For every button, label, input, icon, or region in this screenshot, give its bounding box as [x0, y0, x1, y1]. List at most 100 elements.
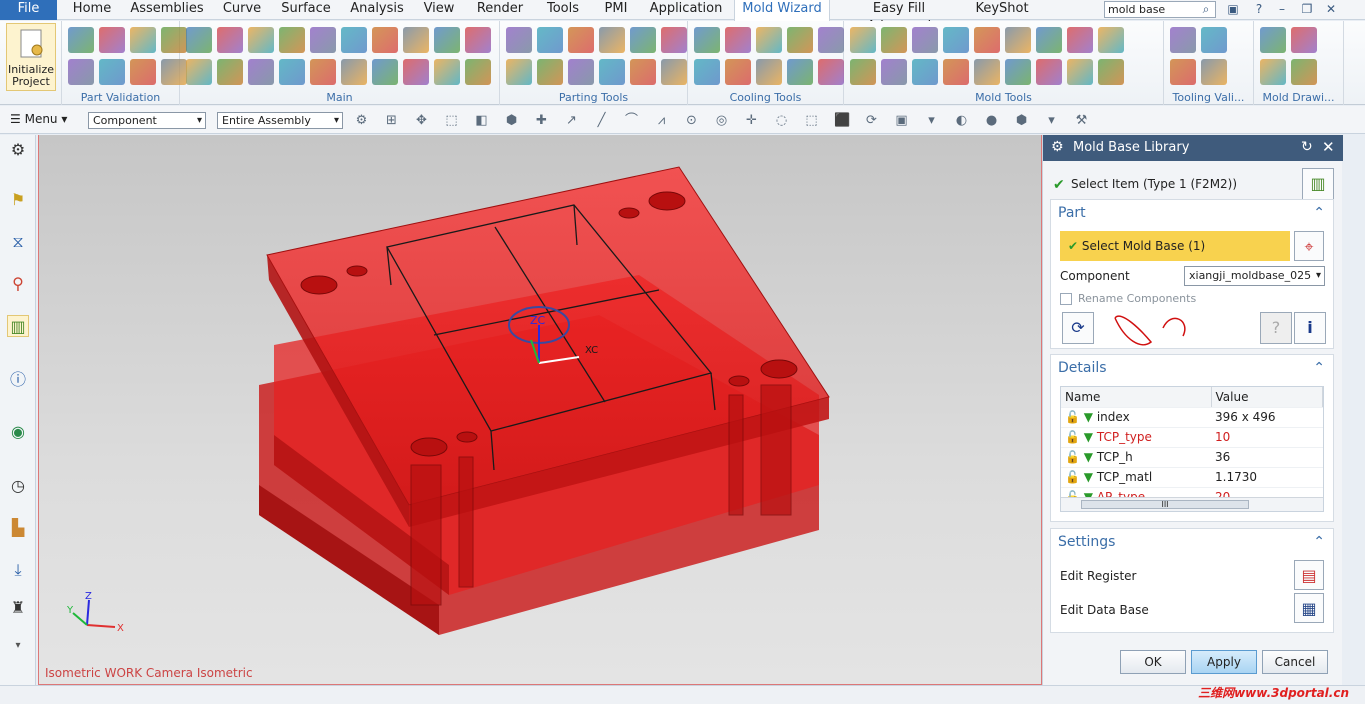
- ribbon-tool-icon[interactable]: [217, 27, 243, 53]
- part-header[interactable]: Part ⌃: [1051, 200, 1333, 226]
- ribbon-tool-icon[interactable]: [506, 27, 532, 53]
- ribbon-tool-icon[interactable]: [537, 59, 563, 85]
- ribbon-tool-icon[interactable]: [1067, 59, 1093, 85]
- ribbon-tool-icon[interactable]: [943, 59, 969, 85]
- type-filter-select[interactable]: Component: [88, 112, 206, 129]
- ribbon-tool-icon[interactable]: [130, 59, 156, 85]
- toolbar-tool-icon[interactable]: ◎: [714, 113, 729, 128]
- ribbon-tool-icon[interactable]: [943, 27, 969, 53]
- reset-icon[interactable]: ↻: [1301, 139, 1313, 155]
- rename-components-checkbox[interactable]: [1060, 293, 1072, 305]
- graphics-viewport[interactable]: ZC XC X Y Z Isometric WORK Camera Isomet…: [38, 135, 1042, 685]
- web-browser-icon[interactable]: ◉: [7, 421, 29, 443]
- ribbon-tool-icon[interactable]: [1098, 27, 1124, 53]
- ribbon-tool-icon[interactable]: [756, 59, 782, 85]
- tab-render[interactable]: Render: [470, 0, 530, 20]
- ribbon-tool-icon[interactable]: [568, 27, 594, 53]
- settings-header[interactable]: Settings ⌃: [1051, 529, 1333, 555]
- tab-keyshot[interactable]: KeyShot: [970, 0, 1034, 20]
- table-row[interactable]: 🔓 ▼ index 396 x 496: [1061, 407, 1323, 428]
- ribbon-tool-icon[interactable]: [694, 27, 720, 53]
- ribbon-tool-icon[interactable]: [912, 27, 938, 53]
- ok-button[interactable]: OK: [1120, 650, 1186, 674]
- ribbon-tool-icon[interactable]: [1170, 59, 1196, 85]
- ribbon-tool-icon[interactable]: [465, 27, 491, 53]
- ribbon-tool-icon[interactable]: [661, 27, 687, 53]
- close-icon[interactable]: ✕: [1324, 2, 1338, 16]
- ribbon-tool-icon[interactable]: [1036, 59, 1062, 85]
- cancel-button[interactable]: Cancel: [1262, 650, 1328, 674]
- ribbon-tool-icon[interactable]: [599, 27, 625, 53]
- constraint-navigator-icon[interactable]: ⧖: [7, 231, 29, 253]
- edit-data-base-icon[interactable]: ▦: [1294, 593, 1324, 623]
- scroll-more-icon[interactable]: ▾: [7, 635, 29, 657]
- toolbar-tool-icon[interactable]: ⬢: [504, 113, 519, 128]
- menu-button[interactable]: ☰ Menu ▾: [10, 112, 67, 126]
- ribbon-tool-icon[interactable]: [372, 27, 398, 53]
- tab-application[interactable]: Application: [646, 0, 726, 20]
- tab-analysis[interactable]: Analysis: [346, 0, 408, 20]
- table-row[interactable]: 🔓 ▼ TCP_matl 1.1730: [1061, 467, 1323, 488]
- ribbon-tool-icon[interactable]: [99, 27, 125, 53]
- ribbon-tool-icon[interactable]: [341, 59, 367, 85]
- toolbar-tool-icon[interactable]: ⬢: [1014, 113, 1029, 128]
- ribbon-tool-icon[interactable]: [881, 27, 907, 53]
- ribbon-tool-icon[interactable]: [725, 59, 751, 85]
- ribbon-tool-icon[interactable]: [850, 59, 876, 85]
- ribbon-tool-icon[interactable]: [694, 59, 720, 85]
- ribbon-tool-icon[interactable]: [1170, 27, 1196, 53]
- tab-curve[interactable]: Curve: [218, 0, 266, 20]
- help-icon[interactable]: ?: [1252, 2, 1266, 16]
- toolbar-tool-icon[interactable]: ⊞: [384, 113, 399, 128]
- ribbon-tool-icon[interactable]: [537, 27, 563, 53]
- toolbar-tool-icon[interactable]: ▾: [1044, 113, 1059, 128]
- collapse-chevron-icon[interactable]: ⌃: [1313, 529, 1325, 555]
- restore-icon[interactable]: ❐: [1300, 2, 1314, 16]
- ribbon-tool-icon[interactable]: [630, 59, 656, 85]
- ribbon-tool-icon[interactable]: [787, 59, 813, 85]
- ribbon-tool-icon[interactable]: [974, 27, 1000, 53]
- dialog-close-icon[interactable]: ✕: [1322, 138, 1335, 156]
- ribbon-tool-icon[interactable]: [310, 59, 336, 85]
- tab-view[interactable]: View: [418, 0, 460, 20]
- toolbar-tool-icon[interactable]: ⬚: [804, 113, 819, 128]
- ribbon-tool-icon[interactable]: [1201, 59, 1227, 85]
- ribbon-tool-icon[interactable]: [217, 59, 243, 85]
- param-value[interactable]: 396 x 496: [1211, 407, 1323, 428]
- ribbon-tool-icon[interactable]: [1067, 27, 1093, 53]
- ribbon-tool-icon[interactable]: [1036, 27, 1062, 53]
- ribbon-tool-icon[interactable]: [850, 27, 876, 53]
- ribbon-tool-icon[interactable]: [818, 59, 844, 85]
- toolbar-tool-icon[interactable]: ⊙: [684, 113, 699, 128]
- ribbon-tool-icon[interactable]: [341, 27, 367, 53]
- ed-update-icon[interactable]: ⟳: [1062, 312, 1094, 344]
- tab-easy-fill-advanced[interactable]: Easy Fill Advanced: [840, 0, 958, 34]
- ribbon-tool-icon[interactable]: [912, 59, 938, 85]
- toolbar-tool-icon[interactable]: ⟳: [864, 113, 879, 128]
- tab-surface[interactable]: Surface: [276, 0, 336, 20]
- ribbon-tool-icon[interactable]: [68, 59, 94, 85]
- ribbon-tool-icon[interactable]: [465, 59, 491, 85]
- component-select[interactable]: xiangji_moldbase_025: [1184, 266, 1325, 286]
- ribbon-tool-icon[interactable]: [434, 27, 460, 53]
- ribbon-tool-icon[interactable]: [68, 27, 94, 53]
- toolbar-tool-icon[interactable]: ✛: [744, 113, 759, 128]
- tab-pmi[interactable]: PMI: [596, 0, 636, 20]
- toolbar-tool-icon[interactable]: ⚙: [354, 113, 369, 128]
- details-header[interactable]: Details ⌃: [1051, 355, 1333, 381]
- column-header-value[interactable]: Value: [1211, 387, 1323, 408]
- lock-icon[interactable]: 🔓: [1065, 470, 1080, 484]
- ribbon-tool-icon[interactable]: [1098, 59, 1124, 85]
- ribbon-tool-icon[interactable]: [1291, 59, 1317, 85]
- window-icon[interactable]: ▣: [1226, 2, 1240, 16]
- file-tab[interactable]: File: [0, 0, 57, 20]
- ribbon-tool-icon[interactable]: [403, 59, 429, 85]
- ribbon-tool-icon[interactable]: [248, 27, 274, 53]
- ribbon-tool-icon[interactable]: [279, 59, 305, 85]
- apply-button[interactable]: Apply: [1191, 650, 1257, 674]
- horizontal-scrollbar[interactable]: III: [1061, 497, 1323, 511]
- toolbar-tool-icon[interactable]: ◌: [774, 113, 789, 128]
- ribbon-tool-icon[interactable]: [818, 27, 844, 53]
- lock-icon[interactable]: 🔓: [1065, 410, 1080, 424]
- toolbar-tool-icon[interactable]: ◧: [474, 113, 489, 128]
